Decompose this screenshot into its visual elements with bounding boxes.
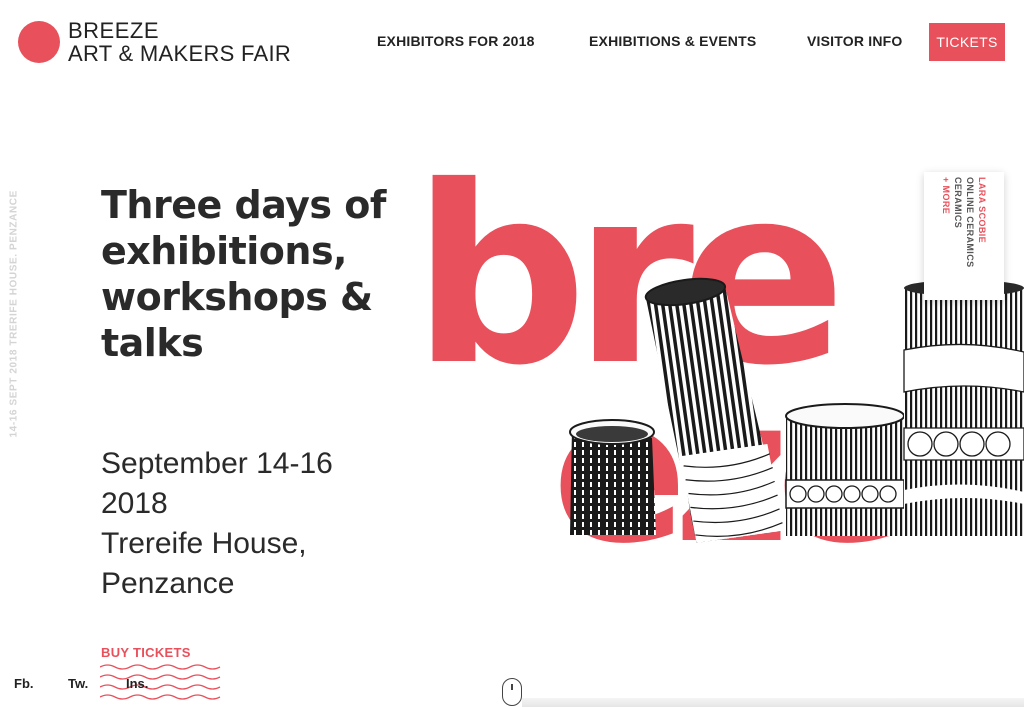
featured-maker-tag[interactable]: LARA SCOBIE ONLINE CERAMICS CERAMICS + M… — [924, 172, 1004, 300]
event-dates-line2: 2018 — [101, 487, 168, 520]
event-venue-line2: Penzance — [101, 567, 235, 600]
buy-tickets-link[interactable]: BUY TICKETS — [101, 645, 191, 660]
twitter-link[interactable]: Tw. — [68, 676, 88, 691]
tickets-button[interactable]: TICKETS — [929, 23, 1005, 61]
hero-headline: Three days of exhibitions, workshops & t… — [101, 183, 386, 365]
more-link[interactable]: + MORE — [940, 177, 952, 295]
facebook-link[interactable]: Fb. — [14, 676, 34, 691]
event-dates-line1: September 14-16 — [101, 447, 333, 480]
logo[interactable]: BREEZE ART & MAKERS FAIR — [68, 20, 291, 66]
nav-exhibitions-events[interactable]: EXHIBITIONS & EVENTS — [589, 33, 756, 49]
logo-mark[interactable] — [18, 21, 60, 63]
nav-exhibitors[interactable]: EXHIBITORS FOR 2018 — [377, 33, 535, 49]
event-venue-line1: Trereife House, — [101, 527, 307, 560]
logo-title: BREEZE — [68, 18, 160, 43]
instagram-link[interactable]: Ins. — [126, 676, 148, 691]
vessel-tall-cylinder — [903, 280, 1024, 536]
scroll-down-icon[interactable] — [502, 678, 522, 706]
wavy-lines-decoration — [100, 664, 221, 700]
vessel-short-cup — [569, 419, 656, 535]
nav-visitor-info[interactable]: VISITOR INFO — [807, 33, 903, 49]
maker-name: LARA SCOBIE — [977, 177, 987, 244]
logo-subtitle: ART & MAKERS FAIR — [68, 41, 292, 66]
vessel-medium-cup — [785, 403, 905, 536]
event-details: September 14-16 2018 Trereife House, Pen… — [101, 444, 391, 604]
side-caption: 14-16 SEPT 2018 TRERIFE HOUSE. PENZANCE — [8, 190, 20, 438]
maker-category-1: ONLINE CERAMICS — [965, 177, 975, 268]
vessel-tall-tilted — [644, 277, 784, 543]
maker-category-2: CERAMICS — [953, 177, 963, 229]
section-edge-shadow — [522, 698, 1024, 707]
